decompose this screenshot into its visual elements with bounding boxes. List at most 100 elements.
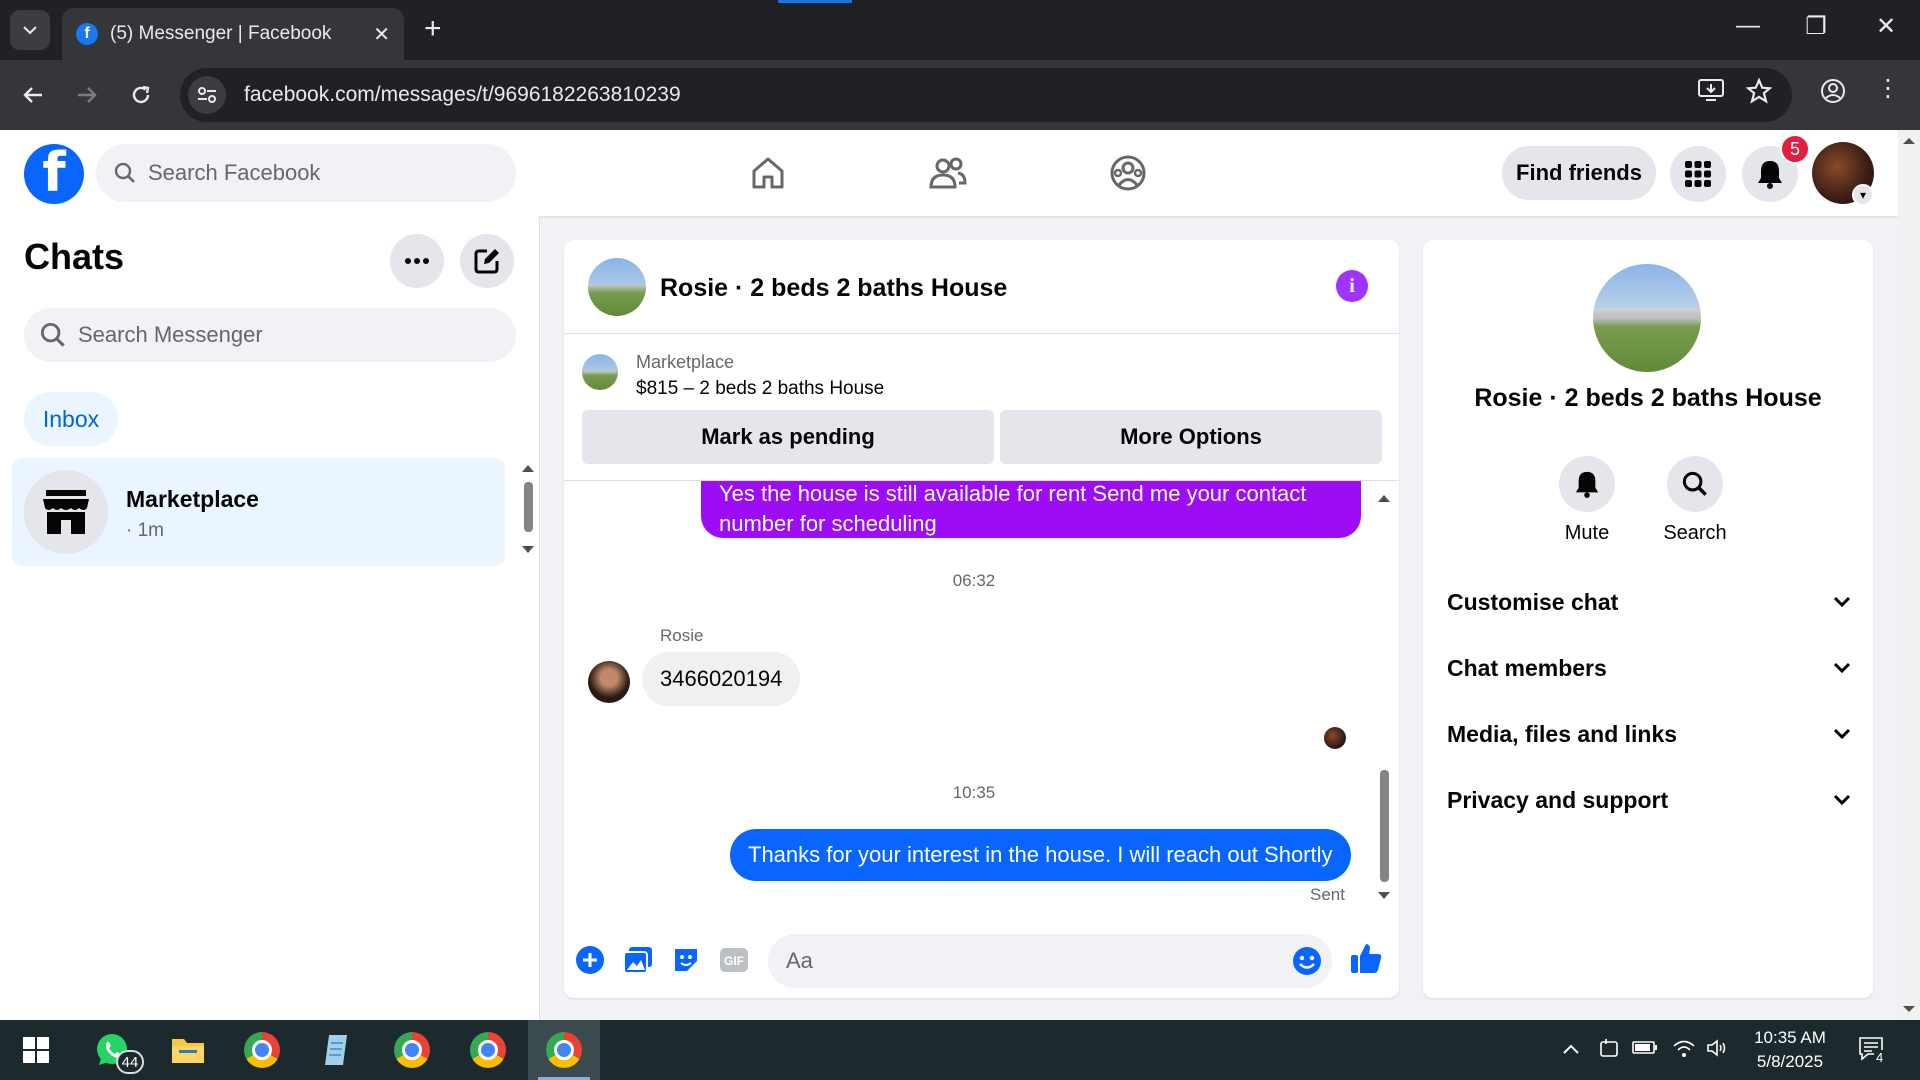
- sticker-icon[interactable]: [670, 944, 702, 976]
- tab-search-button[interactable]: [10, 10, 50, 50]
- notification-center-icon[interactable]: 4: [1858, 1036, 1886, 1068]
- chat-info-avatar[interactable]: [1593, 264, 1701, 372]
- bookmark-star-icon[interactable]: [1745, 77, 1773, 109]
- address-bar[interactable]: facebook.com/messages/t/9696182263810239: [180, 68, 1792, 122]
- mute-button[interactable]: Mute: [1537, 456, 1637, 545]
- privacy-support-section[interactable]: Privacy and support: [1447, 775, 1851, 825]
- battery-icon[interactable]: [1632, 1038, 1658, 1061]
- minimize-button[interactable]: —: [1728, 12, 1768, 40]
- chats-scrollbar[interactable]: [520, 462, 536, 562]
- like-thumbs-up-icon[interactable]: [1348, 940, 1384, 976]
- read-receipt-avatar: [1324, 727, 1346, 749]
- thread-scrollbar[interactable]: [1376, 490, 1392, 910]
- browser-tab[interactable]: f (5) Messenger | Facebook ✕: [62, 8, 404, 60]
- chrome-icon: [546, 1032, 582, 1068]
- folder-icon: [172, 1039, 204, 1063]
- compose-icon: [474, 249, 499, 274]
- marketplace-avatar: [24, 470, 108, 554]
- emoji-icon[interactable]: [1292, 946, 1322, 976]
- facebook-header: f Search Facebook Find friends: [0, 130, 1898, 216]
- more-options-button[interactable]: More Options: [1000, 410, 1382, 464]
- conversation-info-icon[interactable]: i: [1336, 270, 1368, 302]
- customise-chat-section[interactable]: Customise chat: [1447, 577, 1851, 627]
- search-label: Search: [1663, 522, 1727, 544]
- bell-icon: [1758, 161, 1782, 189]
- sender-avatar[interactable]: [588, 661, 630, 703]
- close-tab-icon[interactable]: ✕: [373, 22, 390, 47]
- page-scrollbar[interactable]: [1898, 130, 1920, 1020]
- marketplace-label: Marketplace: [636, 352, 735, 372]
- more-actions-plus-icon[interactable]: [574, 944, 606, 976]
- listing-title[interactable]: $815 – 2 beds 2 baths House: [636, 378, 884, 400]
- browser-menu-icon[interactable]: ⋮: [1876, 74, 1900, 103]
- notepad-icon: [325, 1035, 347, 1065]
- back-button[interactable]: [14, 76, 52, 114]
- search-icon: [1667, 456, 1723, 512]
- mute-label: Mute: [1564, 522, 1610, 544]
- meet-now-icon[interactable]: [1598, 1038, 1620, 1064]
- site-info-icon[interactable]: [188, 76, 226, 114]
- message-status: Sent: [1310, 885, 1345, 904]
- taskbar-chrome-profile-3[interactable]: [452, 1020, 524, 1080]
- inbox-tab[interactable]: Inbox: [24, 392, 118, 446]
- start-button[interactable]: [0, 1020, 72, 1080]
- menu-button[interactable]: [1670, 146, 1726, 202]
- search-in-conversation-button[interactable]: Search: [1645, 456, 1745, 545]
- taskbar-chrome-profile-2[interactable]: [376, 1020, 448, 1080]
- taskbar-chrome-profile-1[interactable]: [226, 1020, 298, 1080]
- search-icon: [40, 322, 65, 347]
- facebook-logo-icon[interactable]: f: [24, 144, 84, 204]
- clock-time: 10:35 AM: [1754, 1028, 1826, 1047]
- chrome-icon: [394, 1032, 430, 1068]
- show-hidden-icons-chevron-icon[interactable]: [1562, 1038, 1580, 1061]
- taskbar-whatsapp[interactable]: 44: [76, 1020, 148, 1080]
- messenger-search-input[interactable]: Search Messenger: [24, 308, 516, 362]
- home-nav-button[interactable]: [738, 148, 798, 198]
- attach-photo-icon[interactable]: [622, 944, 654, 976]
- section-label: Chat members: [1447, 654, 1607, 681]
- taskbar-chrome-active[interactable]: [528, 1020, 600, 1080]
- friends-nav-button[interactable]: [918, 148, 978, 198]
- message-timestamp: 10:35: [952, 783, 996, 802]
- reload-icon: [132, 85, 150, 104]
- outgoing-message: Thanks for your interest in the house. I…: [730, 829, 1351, 881]
- profile-icon[interactable]: [1820, 78, 1846, 109]
- facebook-search-input[interactable]: Search Facebook: [96, 144, 516, 202]
- url-text: facebook.com/messages/t/9696182263810239: [244, 83, 681, 106]
- chevron-down-icon: [1833, 596, 1851, 608]
- back-arrow-icon: [23, 87, 42, 103]
- chat-info-panel: Rosie · 2 beds 2 baths House Mute Search…: [1423, 240, 1873, 998]
- outgoing-message: Yes the house is still available for ren…: [701, 481, 1361, 538]
- message-input[interactable]: Aa: [768, 934, 1332, 988]
- volume-icon[interactable]: [1706, 1038, 1730, 1064]
- media-files-links-section[interactable]: Media, files and links: [1447, 709, 1851, 759]
- chevron-down-icon: [23, 26, 37, 35]
- chat-members-section[interactable]: Chat members: [1447, 643, 1851, 693]
- close-window-button[interactable]: ✕: [1866, 12, 1906, 41]
- wifi-icon[interactable]: [1672, 1038, 1696, 1064]
- taskbar-file-explorer[interactable]: [152, 1020, 224, 1080]
- chat-name: Marketplace: [126, 486, 259, 512]
- chat-time: · 1m: [126, 520, 164, 541]
- new-tab-button[interactable]: +: [424, 12, 442, 46]
- new-message-button[interactable]: [460, 234, 514, 288]
- install-app-icon[interactable]: [1698, 78, 1724, 107]
- taskbar-notepad[interactable]: [300, 1020, 372, 1080]
- restore-button[interactable]: ❐: [1796, 12, 1836, 41]
- chat-list-item[interactable]: Marketplace · 1m: [12, 458, 505, 566]
- chats-options-button[interactable]: [390, 234, 444, 288]
- mark-as-pending-button[interactable]: Mark as pending: [582, 410, 994, 464]
- listing-thumbnail[interactable]: [582, 354, 618, 390]
- forward-button[interactable]: [68, 76, 106, 114]
- account-chevron-icon[interactable]: ▾: [1852, 184, 1874, 206]
- gif-icon[interactable]: GIF: [718, 944, 750, 976]
- taskbar-clock[interactable]: 10:35 AM 5/8/2025: [1740, 1026, 1840, 1074]
- find-friends-button[interactable]: Find friends: [1502, 146, 1656, 200]
- groups-nav-button[interactable]: [1098, 148, 1158, 198]
- reload-button[interactable]: [122, 76, 160, 114]
- conversation-title[interactable]: Rosie · 2 beds 2 baths House: [660, 274, 1007, 303]
- windows-taskbar: 44 10:35 AM 5/8/2025 4: [0, 1020, 1920, 1080]
- conversation-avatar[interactable]: [588, 258, 646, 316]
- more-dots-icon: [405, 258, 429, 264]
- message-thread: Yes the house is still available for ren…: [564, 481, 1399, 916]
